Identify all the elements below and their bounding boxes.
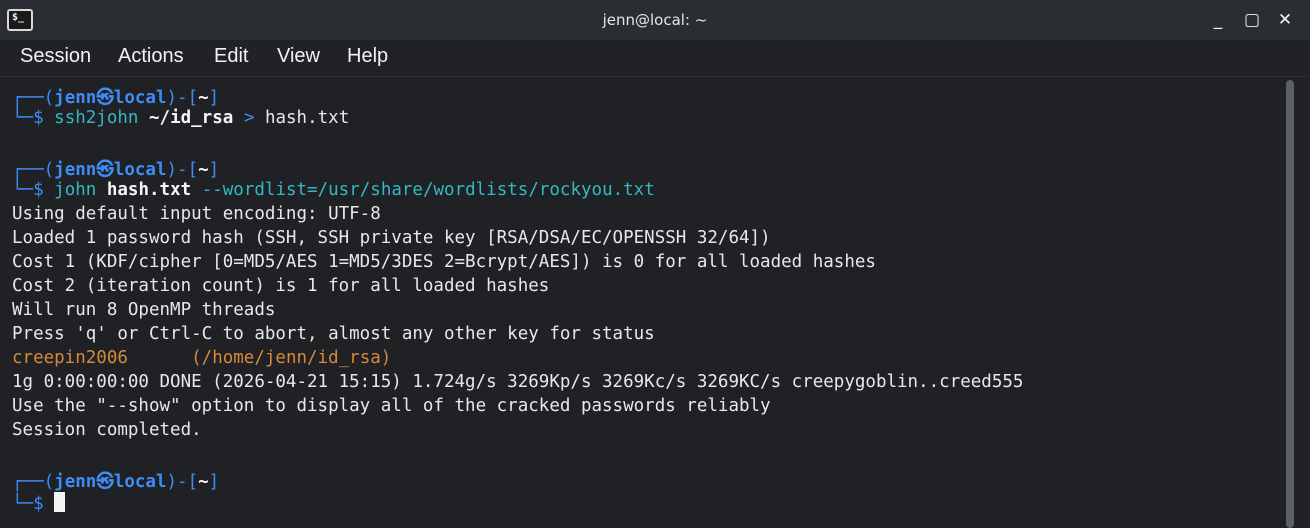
menu-help[interactable]: Help <box>347 45 388 68</box>
terminal-output[interactable]: ┌──(jenn㉿local)-[~] └─$ ssh2john ~/id_rs… <box>0 77 1285 528</box>
menu-view[interactable]: View <box>277 45 320 68</box>
minimize-button[interactable]: _ <box>1206 8 1230 32</box>
maximize-button[interactable]: ▢ <box>1240 8 1264 32</box>
menu-edit[interactable]: Edit <box>214 45 248 68</box>
scrollbar-thumb[interactable] <box>1286 80 1294 528</box>
command-line-1: └─$ ssh2john ~/id_rsa > hash.txt <box>12 108 350 128</box>
output-line: Use the "--show" option to display all o… <box>12 396 771 416</box>
output-line: Using default input encoding: UTF-8 <box>12 204 381 224</box>
prompt-line-2: ┌──(jenn㉿local)-[~] <box>12 160 220 180</box>
output-line: Loaded 1 password hash (SSH, SSH private… <box>12 228 771 248</box>
menu-actions[interactable]: Actions <box>118 45 184 68</box>
prompt-line-3: ┌──(jenn㉿local)-[~] <box>12 472 220 492</box>
menu-session[interactable]: Session <box>20 45 91 68</box>
cracked-password: creepin2006 <box>12 348 128 368</box>
command-line-2: └─$ john hash.txt --wordlist=/usr/share/… <box>12 180 655 200</box>
close-button[interactable]: ✕ <box>1273 8 1297 32</box>
output-line: Session completed. <box>12 420 202 440</box>
cracked-password-line: creepin2006 (/home/jenn/id_rsa) <box>12 348 391 368</box>
window-title: jenn@local: ~ <box>602 11 708 29</box>
title-bar: $_ jenn@local: ~ _ ▢ ✕ <box>0 0 1310 40</box>
output-line: Will run 8 OpenMP threads <box>12 300 276 320</box>
output-line: Cost 2 (iteration count) is 1 for all lo… <box>12 276 550 296</box>
text-cursor <box>54 492 66 512</box>
output-line: Cost 1 (KDF/cipher [0=MD5/AES 1=MD5/3DES… <box>12 252 876 272</box>
prompt-line-1: ┌──(jenn㉿local)-[~] <box>12 88 220 108</box>
cracked-path: (/home/jenn/id_rsa) <box>191 348 392 368</box>
command-line-3[interactable]: └─$ <box>12 492 66 514</box>
output-line: 1g 0:00:00:00 DONE (2026-04-21 15:15) 1.… <box>12 372 1024 392</box>
output-line: Press 'q' or Ctrl-C to abort, almost any… <box>12 324 655 344</box>
terminal-window: $_ jenn@local: ~ _ ▢ ✕ Session Actions E… <box>0 0 1310 528</box>
menu-bar: Session Actions Edit View Help <box>0 40 1310 77</box>
